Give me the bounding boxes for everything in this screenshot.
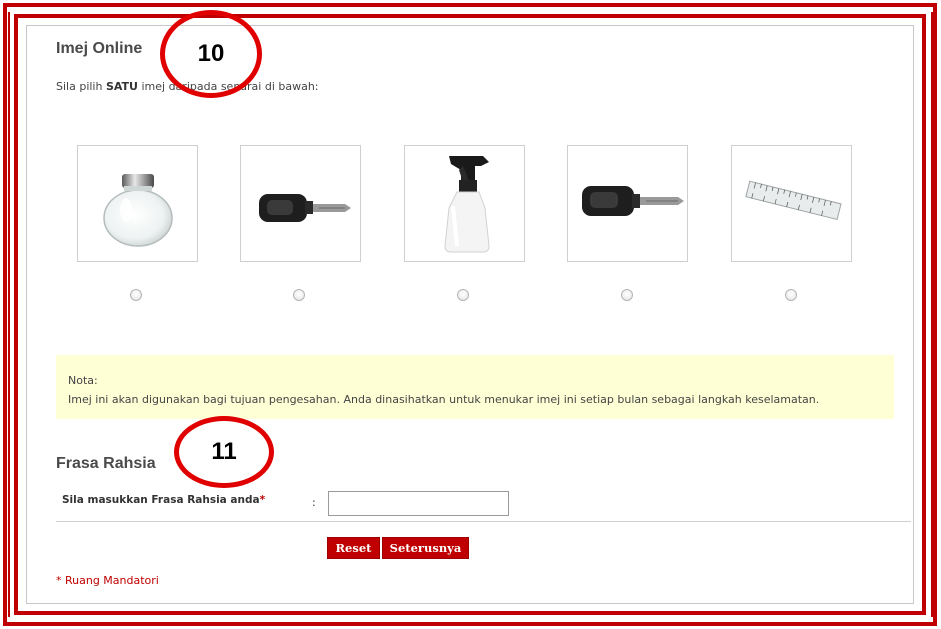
- reset-button[interactable]: Reset: [327, 537, 380, 559]
- label-colon: :: [312, 496, 316, 509]
- frame-right-line: [931, 12, 933, 617]
- required-asterisk: *: [259, 494, 266, 506]
- callout-marker-11: 11: [174, 416, 274, 488]
- image-option-key-1[interactable]: [240, 145, 361, 262]
- note-box: Nota: Imej ini akan digunakan bagi tujua…: [56, 355, 894, 419]
- secret-phrase-input[interactable]: [328, 491, 509, 516]
- image-option-key-2[interactable]: [567, 145, 688, 262]
- secret-phrase-title: Frasa Rahsia: [56, 455, 156, 472]
- section-title: Imej Online: [56, 40, 143, 57]
- image-option-jar[interactable]: [77, 145, 198, 262]
- car-key-icon: [582, 186, 684, 216]
- ruler-icon: [745, 180, 842, 221]
- content-panel: [26, 25, 914, 604]
- form-divider: [56, 521, 911, 522]
- image-radio-5[interactable]: [785, 289, 797, 301]
- spray-bottle-icon: [444, 156, 490, 253]
- mandatory-note: * Ruang Mandatori: [56, 574, 159, 587]
- glass-jar-icon: [103, 174, 173, 247]
- image-radio-4[interactable]: [621, 289, 633, 301]
- car-key-icon: [259, 194, 351, 222]
- image-radio-3[interactable]: [457, 289, 469, 301]
- image-option-spray[interactable]: [404, 145, 525, 262]
- image-radio-2[interactable]: [293, 289, 305, 301]
- next-button[interactable]: Seterusnya: [382, 537, 469, 559]
- note-text: Imej ini akan digunakan bagi tujuan peng…: [68, 393, 820, 406]
- image-option-ruler[interactable]: [731, 145, 852, 262]
- callout-marker-10: 10: [160, 10, 262, 98]
- secret-phrase-label: Sila masukkan Frasa Rahsia anda*: [62, 494, 266, 506]
- note-heading: Nota:: [68, 374, 98, 387]
- image-radio-1[interactable]: [130, 289, 142, 301]
- frame-left-line: [8, 12, 10, 617]
